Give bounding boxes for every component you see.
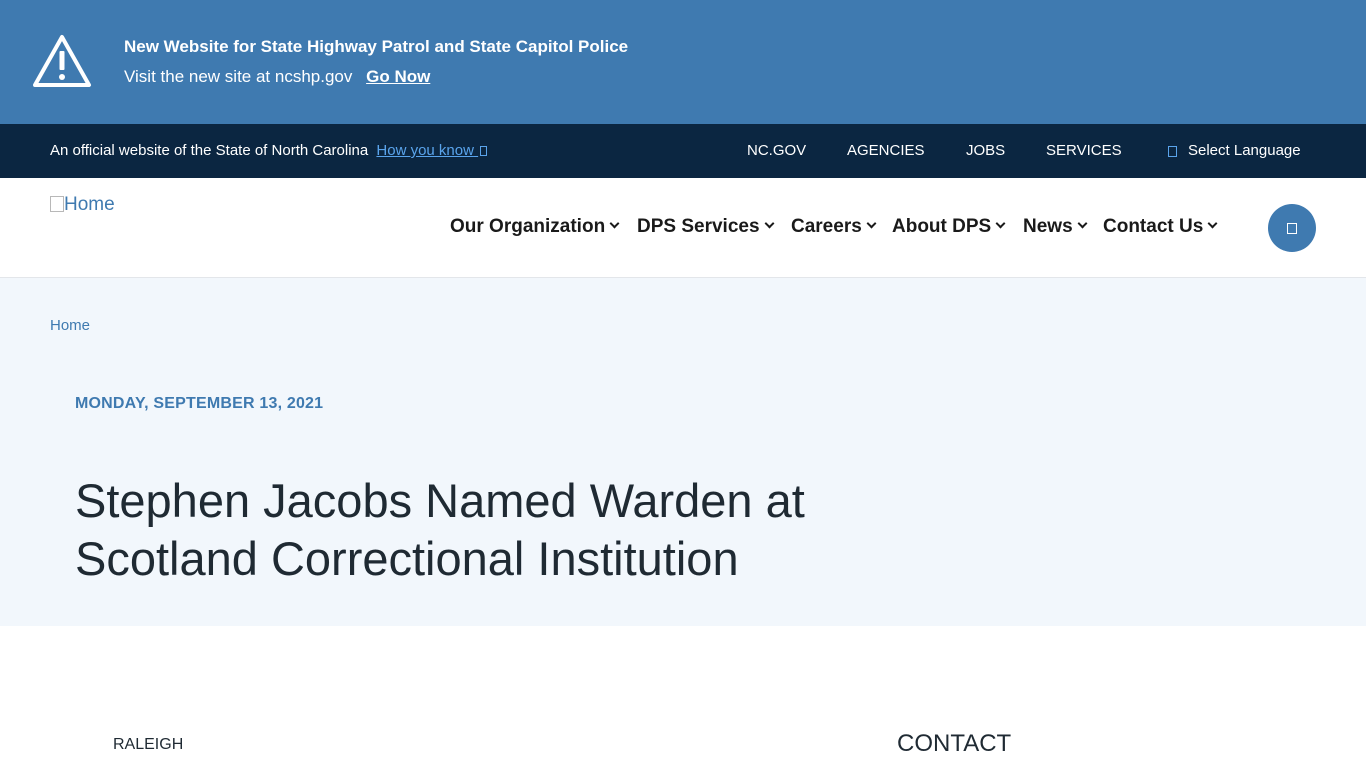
- chevron-down-icon: [995, 218, 1006, 229]
- nav-label: Our Organization: [450, 216, 606, 237]
- alert-text: Visit the new site at ncshp.gov: [124, 67, 353, 86]
- contact-heading: CONTACT: [897, 730, 1012, 757]
- breadcrumb-home[interactable]: Home: [50, 317, 90, 334]
- article-dateline: RALEIGH: [113, 736, 184, 753]
- nav-our-organization[interactable]: Our Organization: [450, 216, 620, 238]
- how-you-know-link[interactable]: How you know: [376, 142, 488, 159]
- chevron-down-icon: [609, 218, 620, 229]
- nav-label: About DPS: [892, 216, 992, 237]
- nav-label: Contact Us: [1103, 216, 1204, 237]
- nav-label: Careers: [791, 216, 862, 237]
- alert-banner: New Website for State Highway Patrol and…: [0, 0, 1366, 124]
- how-you-know-label: How you know: [376, 142, 474, 159]
- ncgov-link[interactable]: NC.GOV: [747, 142, 806, 159]
- services-link[interactable]: SERVICES: [1046, 142, 1122, 159]
- nav-careers[interactable]: Careers: [791, 216, 877, 238]
- go-now-link[interactable]: Go Now: [366, 67, 430, 86]
- external-link-icon: [480, 146, 488, 156]
- logo-alt-text: Home: [64, 194, 115, 215]
- nav-label: DPS Services: [637, 216, 760, 237]
- site-header: Home Our Organization DPS Services Caree…: [0, 178, 1366, 278]
- chevron-down-icon: [866, 218, 877, 229]
- nav-contact-us[interactable]: Contact Us: [1103, 216, 1218, 238]
- home-logo[interactable]: Home: [50, 194, 115, 216]
- search-icon: [1287, 223, 1297, 234]
- nav-dps-services[interactable]: DPS Services: [637, 216, 774, 238]
- official-notice: An official website of the State of Nort…: [50, 142, 488, 159]
- nav-news[interactable]: News: [1023, 216, 1088, 238]
- warning-triangle-icon: [33, 35, 91, 87]
- nav-label: News: [1023, 216, 1073, 237]
- chevron-down-icon: [764, 218, 774, 229]
- official-text: An official website of the State of Nort…: [50, 142, 369, 159]
- search-button[interactable]: [1268, 204, 1316, 252]
- broken-image-icon: [50, 196, 64, 212]
- agencies-link[interactable]: AGENCIES: [847, 142, 925, 159]
- jobs-link[interactable]: JOBS: [966, 142, 1005, 159]
- official-site-bar: An official website of the State of Nort…: [0, 124, 1366, 178]
- nav-about-dps[interactable]: About DPS: [892, 216, 1006, 238]
- main-nav: Our Organization DPS Services Careers Ab…: [0, 216, 1366, 240]
- page-title: Stephen Jacobs Named Warden at Scotland …: [75, 474, 805, 585]
- alert-message: Visit the new site at ncshp.gov Go Now: [124, 67, 430, 87]
- publish-date: MONDAY, SEPTEMBER 13, 2021: [75, 395, 324, 412]
- select-language-button[interactable]: Select Language: [1188, 142, 1301, 159]
- chevron-down-icon: [1207, 218, 1218, 229]
- translate-icon: [1168, 146, 1177, 157]
- page-hero: Home MONDAY, SEPTEMBER 13, 2021 Stephen …: [0, 278, 1366, 626]
- alert-title: New Website for State Highway Patrol and…: [124, 37, 629, 56]
- chevron-down-icon: [1077, 218, 1088, 229]
